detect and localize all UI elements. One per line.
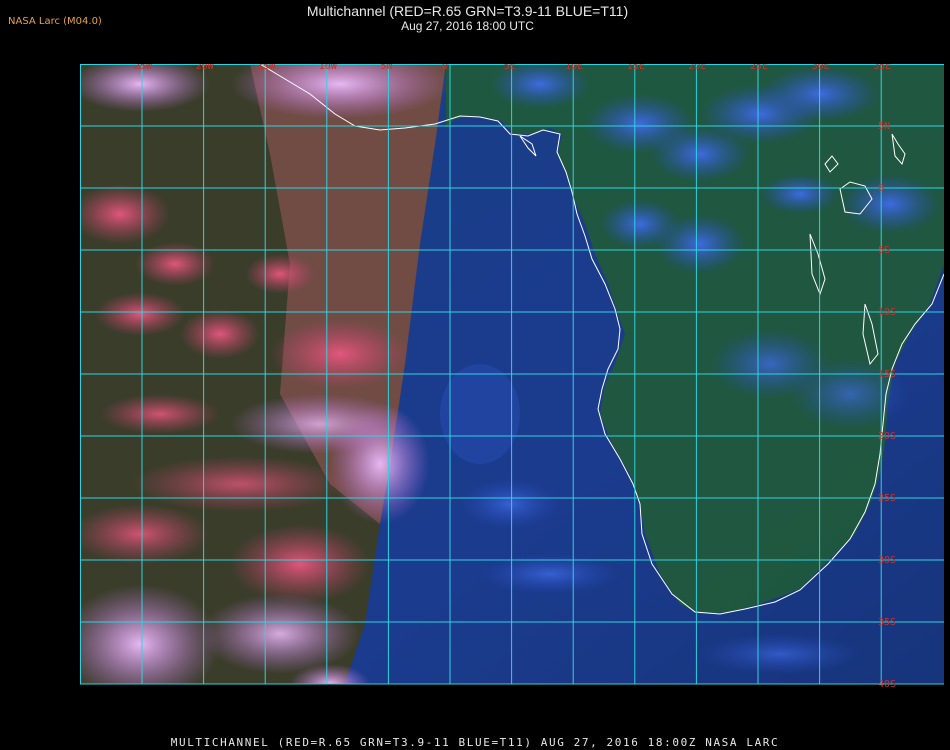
image-title: Multichannel (RED=R.65 GRN=T3.9-11 BLUE=… (306, 3, 629, 19)
latitude-label: 10S (878, 307, 896, 318)
footer-caption: MULTICHANNEL (RED=R.65 GRN=T3.9-11 BLUE=… (170, 736, 780, 749)
satellite-image-canvas: 25W 20W 15W 10W 5W 0 5E 10E 15E 20E 25E 30E 35E 5N 0 5S… (80, 64, 944, 728)
longitude-label: 10E (565, 64, 583, 72)
image-timestamp: Aug 27, 2016 18:00 UTC (401, 19, 534, 33)
latitude-label: 5S (878, 245, 890, 256)
longitude-label: 15W (257, 64, 276, 72)
latitude-label: 35S (878, 617, 896, 628)
latitude-label: 0 (878, 183, 884, 194)
latitude-label: 40S (878, 679, 896, 690)
longitude-label: 0 (442, 64, 448, 72)
longitude-label: 30E (812, 64, 830, 72)
longitude-label: 10W (319, 64, 338, 72)
longitude-label: 35E (873, 64, 891, 72)
latitude-label: 5N (878, 121, 890, 132)
latitude-label: 25S (878, 493, 896, 504)
longitude-label: 5E (504, 64, 516, 72)
latitude-label: 30S (878, 555, 896, 566)
longitude-label: 20E (688, 64, 706, 72)
latitude-label: 15S (878, 369, 896, 380)
longitude-label: 20W (196, 64, 215, 72)
satellite-image[interactable]: 25W 20W 15W 10W 5W 0 5E 10E 15E 20E 25E 30E 35E 5N 0 5S… (80, 64, 944, 728)
latitude-label: 20S (878, 431, 896, 442)
longitude-label: 25W (134, 64, 153, 72)
longitude-label: 5W (380, 64, 393, 72)
longitude-label: 25E (750, 64, 768, 72)
longitude-label: 15E (627, 64, 645, 72)
